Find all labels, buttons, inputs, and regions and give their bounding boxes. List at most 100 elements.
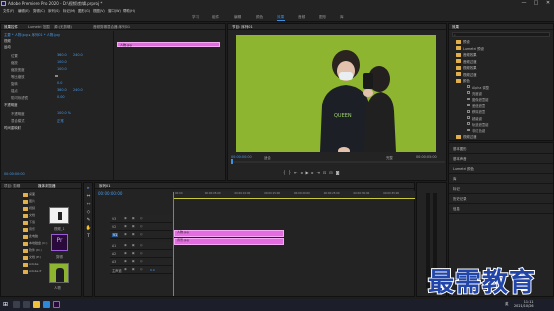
folder-tree-item[interactable]: Adobe P	[29, 269, 41, 273]
minimize-button[interactable]: —	[518, 0, 530, 7]
effects-category[interactable]: 预设	[463, 39, 470, 44]
thumb-video[interactable]	[49, 207, 69, 224]
side-section-header[interactable]: 标记	[453, 186, 460, 191]
track-header[interactable]: 主声道 ◉ ▣ ◎ 0.0	[110, 266, 172, 274]
tool-icon[interactable]: ◇	[85, 210, 92, 216]
track-name[interactable]: V3	[112, 217, 116, 221]
close-button[interactable]: ✕	[542, 0, 554, 7]
effect-item[interactable]: 轨道遮罩键	[472, 122, 488, 127]
timeline-timecode[interactable]: 00:00:00:00	[98, 191, 122, 196]
effect-item[interactable]: 移除遮罩	[472, 109, 485, 114]
side-section-header[interactable]: 信息	[453, 206, 460, 211]
sequence-tab[interactable]: 序列01	[99, 184, 110, 189]
track-toggle-icons[interactable]: ◉ ▣ ◎	[124, 259, 145, 263]
uniform-scale-checkbox[interactable]	[55, 74, 58, 77]
work-area-bar[interactable]	[173, 198, 415, 199]
tool-icon[interactable]: ⇿	[85, 202, 92, 208]
tab-media-browser[interactable]: 媒体浏览器	[38, 184, 56, 189]
clip-background-v1[interactable]: 背景.jpg	[174, 238, 284, 245]
task-view-icon[interactable]	[23, 301, 30, 308]
ec-row-value[interactable]: 360.0	[57, 53, 67, 57]
program-monitor-title[interactable]: 节目: 序列01	[232, 25, 253, 30]
track-toggle-icons[interactable]: ◉ ▣ ◎	[124, 224, 145, 228]
folder-tree-item[interactable]: 文档	[29, 213, 35, 217]
tab-source[interactable]: 源:(无剪辑)	[54, 25, 72, 30]
track-header[interactable]: A1 ◉ ▣ ◎	[110, 242, 172, 250]
tab-audio-clip-mixer[interactable]: 音频剪辑混合器:序列01	[93, 25, 130, 30]
track-header[interactable]: V1 ◉ ▣ ◎	[110, 231, 172, 239]
folder-tree-item[interactable]: 视频	[29, 206, 35, 210]
effect-item[interactable]: 非红色键	[472, 128, 485, 133]
effect-item[interactable]: 差值遮罩	[472, 103, 485, 108]
effects-category[interactable]: 音频效果	[463, 52, 477, 57]
folder-tree-item[interactable]: 下载	[29, 220, 35, 224]
export-frame-icon[interactable]: ◙	[336, 170, 343, 175]
track-name[interactable]: A1	[112, 244, 116, 248]
program-timecode-current[interactable]: 00:00:00:00	[231, 155, 252, 159]
premiere-project-icon[interactable]: Pr	[51, 234, 68, 251]
clock[interactable]: 11:11 2021/10/26	[514, 300, 534, 308]
track-header[interactable]: A3 ◉ ▣ ◎	[110, 258, 172, 266]
side-section-header[interactable]: Lumetri 颜色	[453, 166, 474, 171]
program-playhead[interactable]	[231, 159, 233, 164]
track-header[interactable]: V2 ◉ ▣ ◎	[110, 223, 172, 231]
clip-person-v2[interactable]: 人物.jpg	[174, 230, 284, 237]
ec-row-value-2[interactable]: 240.0	[73, 88, 83, 92]
effects-category[interactable]: 视频过渡	[463, 72, 477, 77]
tab-lumetri-scopes[interactable]: Lumetri 范围	[28, 25, 50, 30]
side-section-header[interactable]: 基本声音	[453, 156, 467, 161]
quality-dropdown[interactable]: 完整	[386, 155, 393, 160]
folder-tree-item[interactable]: 音乐	[29, 227, 35, 231]
folder-tree-item[interactable]: 此电脑	[29, 234, 38, 238]
folder-tree-item[interactable]: 文档 (E:)	[29, 255, 41, 259]
effect-controls-timecode[interactable]: 00:00:00:00	[4, 172, 25, 176]
workspace-tab-learn[interactable]: 学习	[192, 15, 199, 20]
workspace-tab-graphics[interactable]: 图形	[319, 15, 326, 20]
effects-category[interactable]: 视频过渡	[463, 134, 477, 139]
side-section-header[interactable]: 库	[453, 176, 456, 181]
ec-row-value[interactable]: 0.0	[57, 81, 62, 85]
track-toggle-icons[interactable]: ◉ ▣ ◎	[124, 267, 145, 271]
thumb-photo[interactable]	[49, 263, 69, 283]
ec-row-value[interactable]: 100.0	[57, 60, 67, 64]
workspace-tab-editing[interactable]: 编辑	[234, 15, 241, 20]
ec-row-value-2[interactable]: 240.0	[73, 53, 83, 57]
maximize-button[interactable]: □	[530, 0, 542, 7]
track-name[interactable]: A2	[112, 252, 116, 256]
premiere-taskbar-icon[interactable]	[53, 301, 60, 308]
ec-row-value[interactable]: 100.0 %	[57, 111, 71, 115]
track-toggle-icons[interactable]: ◉ ▣ ◎	[124, 251, 145, 255]
ec-row-value[interactable]: 100.0	[57, 67, 67, 71]
source-path[interactable]: 主要 * 人物.jpg ▸ 序列01 * 人物.jpg	[4, 32, 60, 37]
ec-row-value[interactable]: 0.00	[57, 95, 65, 99]
windows-start-icon[interactable]: ⊞	[3, 302, 9, 308]
program-video-frame[interactable]: QUEEN	[236, 35, 436, 155]
edge-icon[interactable]	[43, 301, 50, 308]
folder-tree-item[interactable]: Adobe	[29, 262, 39, 266]
folder-tree-item[interactable]: 桌面	[29, 192, 35, 196]
tool-icon[interactable]: T	[85, 234, 92, 240]
workspace-tab-assembly[interactable]: 组件	[212, 15, 219, 20]
track-name[interactable]: V2	[112, 225, 116, 229]
workspace-tab-libraries[interactable]: 库	[340, 15, 344, 20]
track-name[interactable]: V1	[112, 233, 119, 237]
track-header[interactable]: A2 ◉ ▣ ◎	[110, 250, 172, 258]
search-taskbar-icon[interactable]	[13, 301, 20, 308]
track-name[interactable]: A3	[112, 260, 116, 264]
effects-category[interactable]: 视频效果	[463, 65, 477, 70]
effect-item[interactable]: Alpha 调整	[472, 85, 489, 90]
effect-item[interactable]: 亮度键	[472, 91, 482, 96]
tool-icon[interactable]: ✋	[85, 226, 92, 232]
effect-controls-clip-bar[interactable]: 人物.jpg	[117, 42, 220, 47]
track-header[interactable]: V3 ◉ ▣ ◎	[110, 215, 172, 223]
tool-icon[interactable]: ⇔	[85, 194, 92, 200]
effects-category[interactable]: 颜色	[463, 78, 470, 83]
effects-panel-title[interactable]: 效果	[452, 25, 459, 30]
ec-row-value[interactable]: 正常	[57, 118, 64, 123]
effect-item[interactable]: 超级键	[472, 116, 482, 121]
side-section-header[interactable]: 历史记录	[453, 196, 467, 201]
effect-item[interactable]: 图像遮罩键	[472, 97, 488, 102]
side-section-header[interactable]: 基本图形	[453, 146, 467, 151]
effects-category[interactable]: Lumetri 预设	[463, 46, 484, 51]
fit-dropdown[interactable]: 适合	[264, 155, 271, 160]
